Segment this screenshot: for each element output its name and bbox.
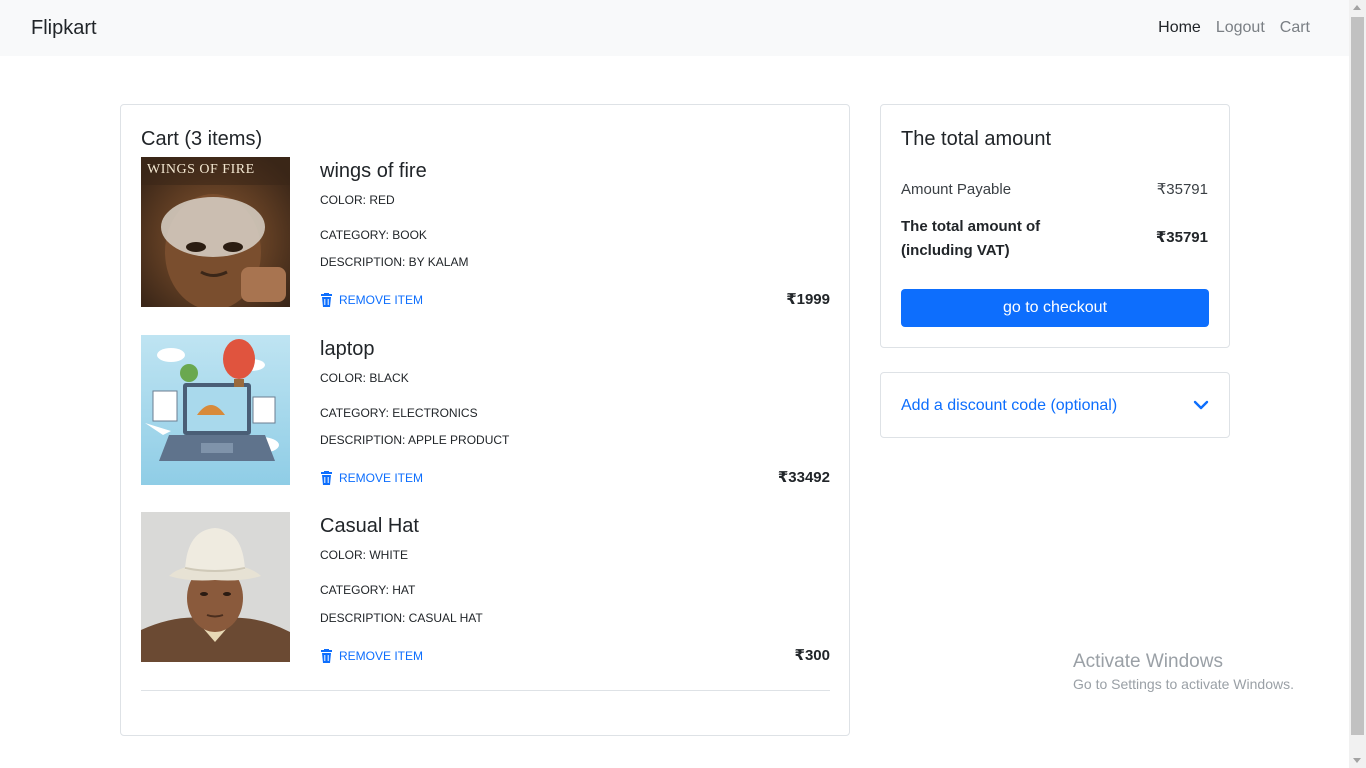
- item-color: COLOR: BLACK: [320, 371, 409, 385]
- item-color: COLOR: RED: [320, 193, 395, 207]
- summary-title: The total amount: [901, 128, 1052, 150]
- item-price: ₹33492: [777, 469, 830, 486]
- item-name: Casual Hat: [320, 515, 419, 537]
- remove-item-label: REMOVE ITEM: [339, 471, 424, 485]
- scroll-up-arrow-icon[interactable]: [1353, 5, 1361, 10]
- chevron-down-icon[interactable]: [1193, 397, 1209, 413]
- trash-icon: [321, 293, 332, 307]
- total-amount-label: The total amount of (including VAT): [901, 218, 1041, 259]
- trash-icon: [321, 649, 332, 663]
- brand-logo[interactable]: Flipkart: [31, 16, 97, 40]
- remove-item-label: REMOVE ITEM: [339, 293, 424, 307]
- item-category: CATEGORY: BOOK: [320, 228, 427, 242]
- discount-code-toggle[interactable]: Add a discount code (optional): [880, 372, 1230, 438]
- nav-link-home[interactable]: Home: [1158, 17, 1201, 39]
- scroll-down-arrow-icon[interactable]: [1353, 758, 1361, 763]
- item-description: DESCRIPTION: BY KALAM: [320, 255, 469, 269]
- trash-icon: [321, 471, 332, 485]
- nav-link-cart[interactable]: Cart: [1280, 17, 1310, 39]
- nav-links: Home Logout Cart: [1158, 17, 1310, 39]
- item-category: CATEGORY: HAT: [320, 583, 416, 597]
- remove-item-button[interactable]: REMOVE ITEM: [320, 292, 423, 308]
- item-price: ₹300: [794, 647, 830, 664]
- remove-item-button[interactable]: REMOVE ITEM: [320, 470, 423, 486]
- checkout-button[interactable]: go to checkout: [901, 289, 1209, 327]
- book-cover-title: WINGS OF FIRE: [147, 162, 255, 177]
- amount-payable-label: Amount Payable: [901, 181, 1012, 198]
- vertical-scrollbar[interactable]: [1349, 0, 1366, 768]
- scrollbar-thumb[interactable]: [1351, 17, 1364, 735]
- product-image-book: WINGS OF FIRE: [141, 157, 290, 307]
- product-image-hat: [141, 512, 290, 662]
- nav-link-logout[interactable]: Logout: [1216, 17, 1265, 39]
- cart-item: laptop COLOR: BLACK CATEGORY: ELECTRONIC…: [141, 335, 830, 486]
- remove-item-label: REMOVE ITEM: [339, 649, 424, 663]
- cart-item: Casual Hat COLOR: WHITE CATEGORY: HAT DE…: [141, 512, 830, 664]
- cart-item: WINGS OF FIRE wings of fire COLOR: RED C…: [141, 157, 830, 308]
- item-description: DESCRIPTION: APPLE PRODUCT: [320, 433, 510, 447]
- cart-divider: [141, 690, 830, 691]
- summary-card: The total amount Amount Payable ₹35791 T…: [880, 104, 1230, 348]
- cart-title: Cart (3 items): [141, 128, 263, 150]
- product-image-laptop: [141, 335, 290, 485]
- windows-activation-watermark: Activate Windows Go to Settings to activ…: [1073, 651, 1294, 693]
- discount-code-label: Add a discount code (optional): [901, 397, 1118, 414]
- watermark-line2: Go to Settings to activate Windows.: [1073, 676, 1294, 692]
- navbar: Flipkart Home Logout Cart: [0, 0, 1349, 56]
- amount-payable-value: ₹35791: [1156, 181, 1208, 198]
- watermark-line1: Activate Windows: [1073, 651, 1223, 672]
- item-color: COLOR: WHITE: [320, 548, 409, 562]
- item-name: wings of fire: [320, 160, 427, 182]
- item-category: CATEGORY: ELECTRONICS: [320, 406, 478, 420]
- item-price: ₹1999: [786, 291, 830, 308]
- total-amount-value: ₹35791: [1155, 229, 1208, 246]
- cart-card: Cart (3 items) WINGS OF FIRE wings of fi…: [120, 104, 850, 736]
- remove-item-button[interactable]: REMOVE ITEM: [320, 648, 423, 664]
- item-description: DESCRIPTION: CASUAL HAT: [320, 611, 483, 625]
- item-name: laptop: [320, 338, 375, 360]
